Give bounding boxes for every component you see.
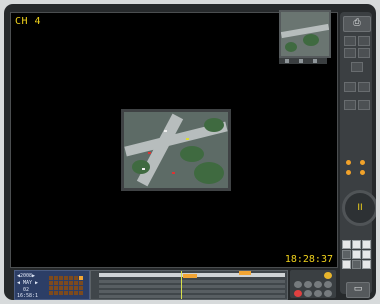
ptz-pause-icon: II bbox=[357, 203, 363, 213]
calendar-day-cell[interactable] bbox=[69, 276, 73, 280]
backup-button[interactable] bbox=[344, 100, 356, 110]
layout-sixteen-button[interactable] bbox=[358, 48, 370, 58]
playback-bar: ◀2008▶ ◀ MAY ▶ 02 16:58:1 bbox=[12, 270, 336, 300]
playback-controls bbox=[290, 270, 336, 298]
pip-thumbnail[interactable] bbox=[279, 10, 331, 58]
calendar-day-cell[interactable] bbox=[49, 276, 53, 280]
config-button[interactable] bbox=[358, 100, 370, 110]
end-button[interactable] bbox=[324, 290, 332, 297]
keypad-key[interactable] bbox=[362, 240, 371, 249]
settings-button[interactable] bbox=[351, 62, 363, 72]
fast-forward-button[interactable] bbox=[314, 290, 322, 297]
thumbnail-controls bbox=[279, 58, 327, 64]
status-led bbox=[346, 160, 351, 165]
calendar-day-cell[interactable] bbox=[79, 281, 83, 285]
record-button[interactable] bbox=[294, 290, 302, 297]
layout-nine-button[interactable] bbox=[344, 48, 356, 58]
calendar-day-cell[interactable] bbox=[79, 286, 83, 290]
capture-icon[interactable]: ⎙ bbox=[343, 16, 371, 32]
status-led bbox=[346, 170, 351, 175]
timeline-track bbox=[99, 285, 285, 288]
calendar-day-cell[interactable] bbox=[74, 286, 78, 290]
channel-label: CH 4 bbox=[15, 16, 42, 27]
status-led bbox=[360, 170, 365, 175]
keypad-key[interactable] bbox=[352, 260, 361, 269]
keypad-key[interactable] bbox=[352, 240, 361, 249]
keypad-key[interactable] bbox=[352, 250, 361, 259]
month-selector[interactable]: ◀ MAY ▶ bbox=[17, 280, 38, 286]
calendar-day-cell[interactable] bbox=[59, 276, 63, 280]
clock-display: 18:28:37 bbox=[284, 254, 333, 265]
calendar-day-cell[interactable] bbox=[54, 291, 58, 295]
calendar-day-cell[interactable] bbox=[74, 281, 78, 285]
calendar-day-cell[interactable] bbox=[64, 291, 68, 295]
calendar-day-cell[interactable] bbox=[69, 281, 73, 285]
step-forward-button[interactable] bbox=[324, 281, 332, 288]
camera-feed[interactable] bbox=[121, 109, 231, 191]
calendar-day-cell[interactable] bbox=[59, 286, 63, 290]
timeline[interactable] bbox=[90, 270, 288, 300]
calendar-day-cell[interactable] bbox=[59, 291, 63, 295]
calendar-day-cell[interactable] bbox=[49, 281, 53, 285]
pause-button[interactable] bbox=[314, 281, 322, 288]
time-display: 16:58:1 bbox=[17, 293, 39, 299]
search-button[interactable] bbox=[358, 82, 370, 92]
calendar-day-cell[interactable] bbox=[54, 281, 58, 285]
calendar-day-cell[interactable] bbox=[79, 276, 83, 280]
calendar-day-cell[interactable] bbox=[49, 291, 53, 295]
layout-single-button[interactable] bbox=[344, 36, 356, 46]
calendar-day-cell[interactable] bbox=[69, 286, 73, 290]
calendar-grid[interactable] bbox=[49, 273, 87, 297]
keypad-key[interactable] bbox=[342, 260, 351, 269]
stop-button[interactable] bbox=[304, 290, 312, 297]
calendar-day-cell[interactable] bbox=[64, 281, 68, 285]
calendar-day-cell[interactable] bbox=[74, 291, 78, 295]
keypad-key[interactable] bbox=[362, 250, 371, 259]
calendar-day-cell[interactable] bbox=[49, 286, 53, 290]
exit-icon[interactable]: ▭ bbox=[346, 282, 370, 298]
timeline-track bbox=[99, 280, 285, 283]
ptz-joystick[interactable]: II bbox=[342, 190, 376, 226]
keypad-key[interactable] bbox=[342, 240, 351, 249]
calendar-day-cell[interactable] bbox=[74, 276, 78, 280]
timeline-track bbox=[99, 295, 285, 298]
layout-quad-button[interactable] bbox=[358, 36, 370, 46]
status-led bbox=[360, 160, 365, 165]
calendar-day-cell[interactable] bbox=[54, 286, 58, 290]
timeline-track bbox=[99, 290, 285, 293]
year-selector[interactable]: ◀2008▶ bbox=[17, 273, 35, 279]
play-button[interactable] bbox=[324, 272, 332, 279]
dvr-window: CH 4 18:28:37 ⎙ II ▭ ◀2008▶ ◀ MAY ▶ 02 1… bbox=[4, 4, 376, 300]
step-back-button[interactable] bbox=[304, 281, 312, 288]
calendar-day-cell[interactable] bbox=[64, 276, 68, 280]
calendar-widget[interactable]: ◀2008▶ ◀ MAY ▶ 02 16:58:1 bbox=[14, 270, 90, 300]
record-button[interactable] bbox=[344, 82, 356, 92]
recording-segment[interactable] bbox=[239, 271, 251, 275]
calendar-day-cell[interactable] bbox=[54, 276, 58, 280]
calendar-day-cell[interactable] bbox=[59, 281, 63, 285]
timeline-cursor[interactable] bbox=[181, 271, 182, 299]
keypad-key[interactable] bbox=[342, 250, 351, 259]
calendar-day-cell[interactable] bbox=[79, 291, 83, 295]
calendar-day-cell[interactable] bbox=[64, 286, 68, 290]
recording-segment[interactable] bbox=[183, 274, 197, 278]
calendar-day-cell[interactable] bbox=[69, 291, 73, 295]
rewind-button[interactable] bbox=[294, 281, 302, 288]
keypad-key[interactable] bbox=[362, 260, 371, 269]
